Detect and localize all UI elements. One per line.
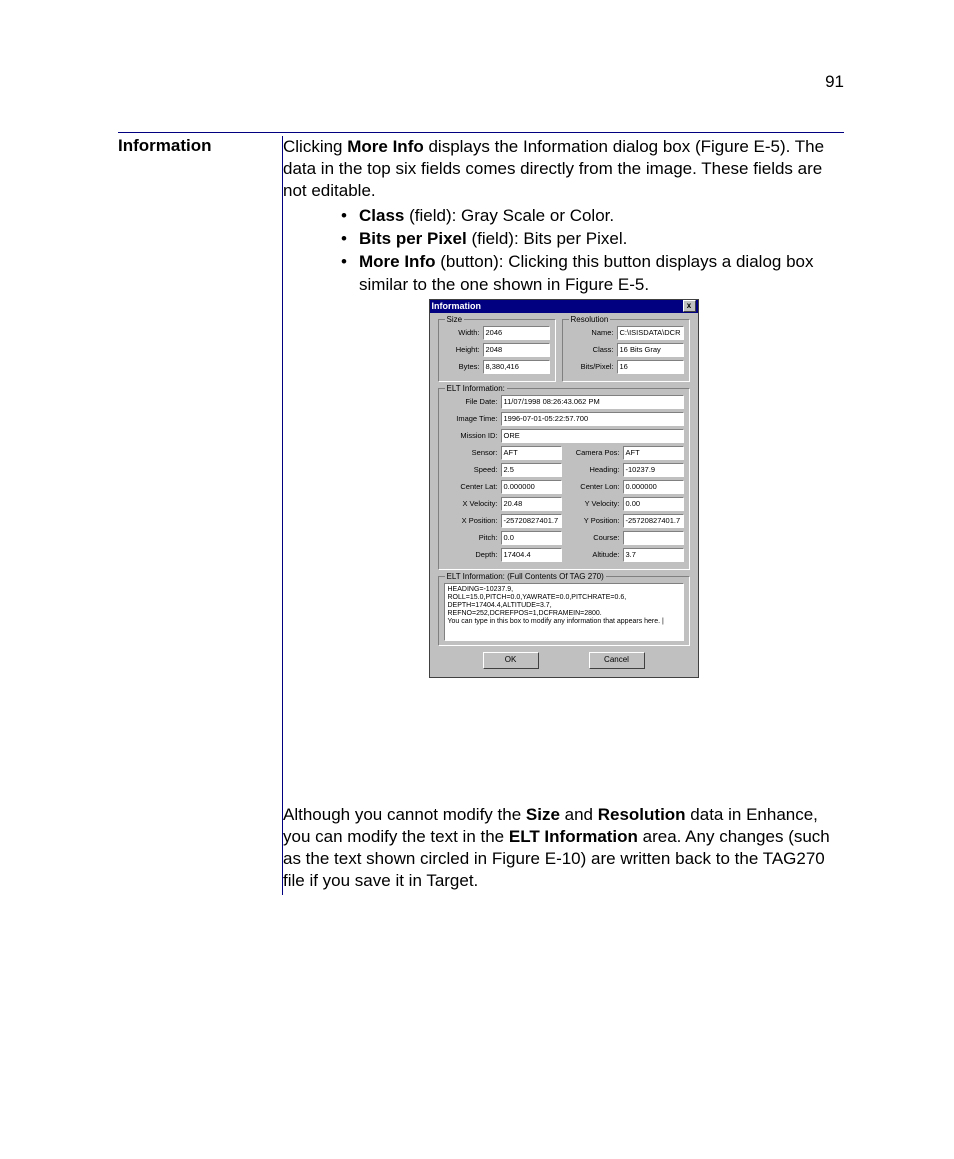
- bullet-bold: Class: [359, 206, 404, 225]
- information-dialog: Information x Size Width:2046 Height:204…: [429, 299, 699, 678]
- file-date-label: File Date:: [444, 397, 501, 406]
- center-lat-label: Center Lat:: [444, 482, 501, 491]
- image-time-label: Image Time:: [444, 414, 501, 423]
- height-field: 2048: [483, 343, 550, 357]
- bullet-rest: (field): Gray Scale or Color.: [404, 206, 614, 225]
- bullet-list: Class (field): Gray Scale or Color. Bits…: [283, 205, 844, 295]
- mission-id-field[interactable]: ORE: [501, 429, 684, 443]
- cancel-button[interactable]: Cancel: [589, 652, 645, 669]
- course-field[interactable]: [623, 531, 684, 545]
- button-row: OK Cancel: [438, 652, 690, 669]
- bullet-bold: Bits per Pixel: [359, 229, 467, 248]
- elt-full-legend: ELT Information: (Full Contents Of TAG 2…: [445, 572, 606, 581]
- left-column: Information: [118, 136, 283, 895]
- text-bold: ELT Information: [509, 827, 638, 846]
- file-date-field[interactable]: 11/07/1998 08:26:43.062 PM: [501, 395, 684, 409]
- bullet-item: Class (field): Gray Scale or Color.: [341, 205, 844, 227]
- figure: Information x Size Width:2046 Height:204…: [283, 299, 844, 678]
- bytes-field: 8,380,416: [483, 360, 550, 374]
- pitch-label: Pitch:: [444, 533, 501, 542]
- altitude-label: Altitude:: [566, 550, 623, 559]
- camera-pos-field[interactable]: AFT: [623, 446, 684, 460]
- name-label: Name:: [568, 328, 617, 337]
- dialog-title: Information: [432, 301, 482, 311]
- bpp-field: 16: [617, 360, 684, 374]
- closing-paragraph: Although you cannot modify the Size and …: [283, 804, 844, 892]
- text-bold: Resolution: [598, 805, 686, 824]
- altitude-field[interactable]: 3.7: [623, 548, 684, 562]
- center-lon-field[interactable]: 0.000000: [623, 480, 684, 494]
- xpos-field[interactable]: -25720827401.7: [501, 514, 562, 528]
- width-label: Width:: [444, 328, 483, 337]
- heading-label: Heading:: [566, 465, 623, 474]
- text-bold: More Info: [347, 137, 424, 156]
- dialog-body: Size Width:2046 Height:2048 Bytes: 8,380…: [430, 313, 698, 677]
- name-field: C:\ISISDATA\DCR: [617, 326, 684, 340]
- elt-group: ELT Information: File Date:11/07/1998 08…: [438, 388, 690, 570]
- text: and: [560, 805, 598, 824]
- mission-id-label: Mission ID:: [444, 431, 501, 440]
- text: Clicking: [283, 137, 347, 156]
- top-rule: [118, 132, 844, 133]
- section-heading: Information: [118, 136, 276, 156]
- text-bold: Size: [526, 805, 560, 824]
- pitch-field[interactable]: 0.0: [501, 531, 562, 545]
- elt-full-group: ELT Information: (Full Contents Of TAG 2…: [438, 576, 690, 646]
- ypos-field[interactable]: -25720827401.7: [623, 514, 684, 528]
- page: 91 Information Clicking More Info displa…: [0, 0, 954, 955]
- xvel-label: X Velocity:: [444, 499, 501, 508]
- elt-legend: ELT Information:: [445, 384, 507, 393]
- sensor-label: Sensor:: [444, 448, 501, 457]
- bullet-item: Bits per Pixel (field): Bits per Pixel.: [341, 228, 844, 250]
- depth-label: Depth:: [444, 550, 501, 559]
- class-field: 16 Bits Gray: [617, 343, 684, 357]
- resolution-group: Resolution Name:C:\ISISDATA\DCR Class:16…: [562, 319, 690, 382]
- right-column: Clicking More Info displays the Informat…: [283, 136, 844, 895]
- ypos-label: Y Position:: [566, 516, 623, 525]
- image-time-field[interactable]: 1996-07-01-05:22:57.700: [501, 412, 684, 426]
- bullet-item: More Info (button): Clicking this button…: [341, 251, 844, 295]
- elt-full-textarea[interactable]: HEADING=-10237.9, ROLL=15.0,PITCH=0.0,YA…: [444, 583, 684, 641]
- content-columns: Information Clicking More Info displays …: [118, 136, 844, 895]
- top-row: Size Width:2046 Height:2048 Bytes: 8,380…: [438, 319, 690, 388]
- speed-field[interactable]: 2.5: [501, 463, 562, 477]
- page-number: 91: [118, 72, 844, 92]
- width-field: 2046: [483, 326, 550, 340]
- camera-pos-label: Camera Pos:: [566, 448, 623, 457]
- bullet-rest: (field): Bits per Pixel.: [467, 229, 628, 248]
- xpos-label: X Position:: [444, 516, 501, 525]
- speed-label: Speed:: [444, 465, 501, 474]
- heading-field[interactable]: -10237.9: [623, 463, 684, 477]
- ok-button[interactable]: OK: [483, 652, 539, 669]
- yvel-label: Y Velocity:: [566, 499, 623, 508]
- sensor-field[interactable]: AFT: [501, 446, 562, 460]
- bullet-bold: More Info: [359, 252, 436, 271]
- spacer-below-figure: [283, 684, 844, 804]
- size-group: Size Width:2046 Height:2048 Bytes: 8,380…: [438, 319, 556, 382]
- yvel-field[interactable]: 0.00: [623, 497, 684, 511]
- center-lat-field[interactable]: 0.000000: [501, 480, 562, 494]
- center-lon-label: Center Lon:: [566, 482, 623, 491]
- close-icon[interactable]: x: [683, 300, 696, 312]
- course-label: Course:: [566, 533, 623, 542]
- bytes-label: Bytes:: [444, 362, 483, 371]
- height-label: Height:: [444, 345, 483, 354]
- xvel-field[interactable]: 20.48: [501, 497, 562, 511]
- dialog-titlebar: Information x: [430, 300, 698, 313]
- depth-field[interactable]: 17404.4: [501, 548, 562, 562]
- bpp-label: Bits/Pixel:: [568, 362, 617, 371]
- intro-paragraph: Clicking More Info displays the Informat…: [283, 136, 844, 202]
- class-label: Class:: [568, 345, 617, 354]
- resolution-legend: Resolution: [569, 315, 611, 324]
- text: Although you cannot modify the: [283, 805, 526, 824]
- size-legend: Size: [445, 315, 465, 324]
